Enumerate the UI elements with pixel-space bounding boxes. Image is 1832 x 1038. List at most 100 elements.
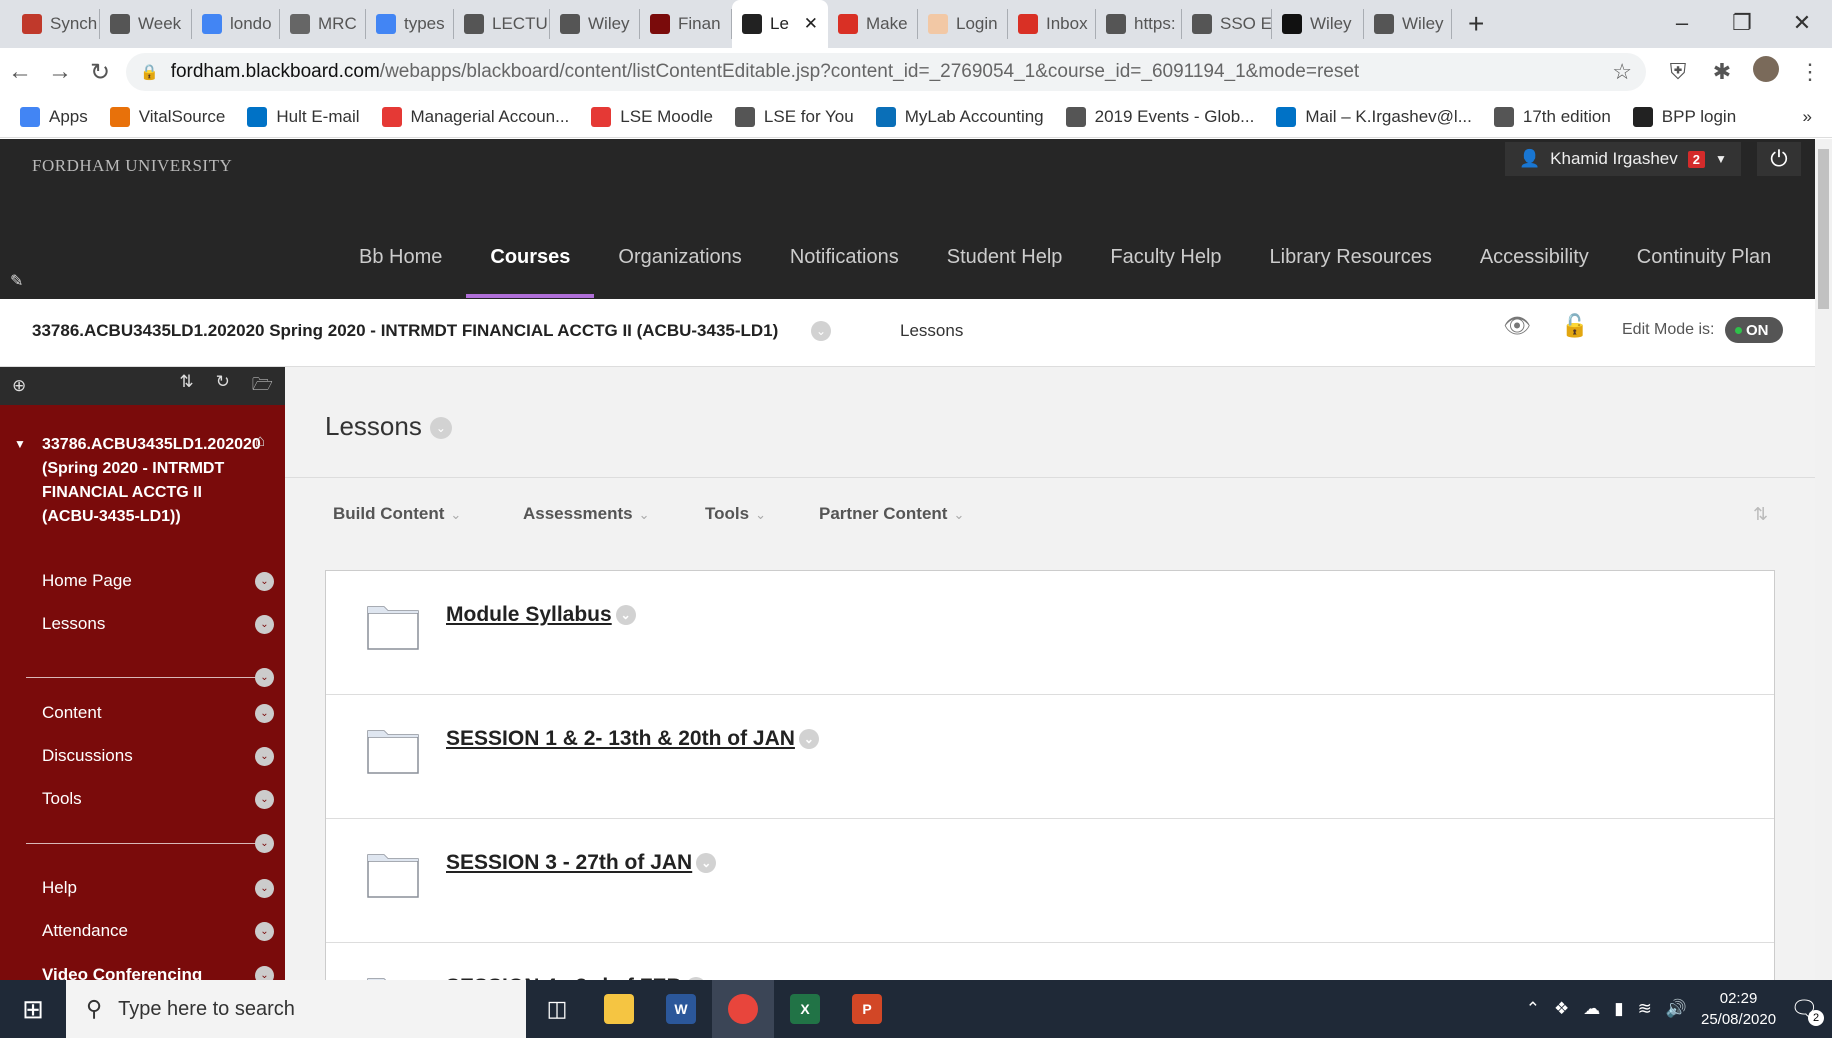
browser-tab[interactable]: Wiley [550,9,640,39]
course-menu-item[interactable]: Home Page [42,571,132,591]
add-menu-item-icon[interactable]: ⊕ [12,376,26,396]
browser-tab[interactable]: Inbox [1008,9,1096,39]
browser-tab[interactable]: Wiley [1364,9,1452,39]
file-explorer-icon[interactable] [588,980,650,1038]
bookmark-item[interactable]: Mail – K.Irgashev@l... [1276,106,1472,127]
clock[interactable]: 02:29 25/08/2020 [1701,988,1776,1030]
windows-start-icon[interactable]: ⊞ [0,994,66,1025]
new-tab-button[interactable]: + [1452,0,1500,48]
pencil-icon[interactable]: ✎ [10,271,23,291]
nav-tab[interactable]: Continuity Plan [1613,197,1796,297]
bookmark-item[interactable]: MyLab Accounting [875,106,1044,127]
bookmark-star-icon[interactable]: ☆ [1612,59,1632,85]
browser-tab[interactable]: londo [192,9,280,39]
excel-icon[interactable]: X [774,980,836,1038]
bookmark-item[interactable]: VitalSource [109,106,225,127]
reload-icon[interactable]: ↻ [80,58,120,87]
nav-tab[interactable]: Notifications [766,197,923,297]
word-icon[interactable]: W [650,980,712,1038]
dropbox-icon[interactable]: ❖ [1554,999,1569,1019]
logout-power-icon[interactable]: ⏻ [1757,142,1801,176]
nav-tab[interactable]: Courses [466,197,595,298]
home-icon[interactable]: ⌂ [255,431,265,451]
minimize-icon[interactable]: – [1652,0,1712,48]
reorder-arrows-icon[interactable]: ⇅ [179,372,193,401]
browser-tab[interactable]: SSO E [1182,9,1272,39]
onedrive-icon[interactable]: ☁ [1583,999,1600,1019]
collapse-caret-icon[interactable]: ▼ [14,437,26,451]
bookmark-item[interactable]: LSE for You [734,106,854,127]
nav-tab[interactable]: Faculty Help [1086,197,1245,297]
course-menu-item[interactable]: Attendance [42,921,128,941]
browser-tab[interactable]: Le ✕ [732,0,828,48]
chevron-down-icon[interactable]: ⌄ [255,790,274,809]
content-item-title[interactable]: SESSION 1 & 2- 13th & 20th of JAN ⌄ [446,727,819,751]
chevron-down-icon[interactable]: ⌄ [255,572,274,591]
chevron-down-icon[interactable]: ⌄ [429,417,452,440]
forward-arrow-icon[interactable]: → [40,58,80,86]
task-view-icon[interactable]: ◫ [526,980,588,1038]
taskbar-search[interactable]: ⚲ Type here to search [66,980,526,1038]
chevron-down-icon[interactable]: ⌄ [798,729,819,750]
profile-avatar-icon[interactable] [1744,56,1788,88]
bookmark-item[interactable]: Managerial Accoun... [381,106,569,127]
action-menu-button[interactable]: Tools ⌄ [705,504,766,524]
nav-tab[interactable]: Accessibility [1456,197,1613,297]
browser-tab[interactable]: LECTU [454,9,550,39]
unlock-icon[interactable]: 🔓 [1561,313,1588,339]
course-title[interactable]: 33786.ACBU3435LD1.202020 (Spring 2020 - … [42,433,261,529]
page-scrollbar[interactable] [1815,139,1832,980]
tab-close-icon[interactable]: ✕ [804,14,818,34]
bookmark-item[interactable]: 2019 Events - Glob... [1065,106,1254,127]
course-menu-item[interactable]: Help [42,878,77,898]
folder-view-icon[interactable]: 🗁 [252,372,273,401]
chevron-down-icon[interactable]: ⌄ [255,879,274,898]
browser-tab[interactable]: MRC [280,9,366,39]
content-item-title[interactable]: SESSION 3 - 27th of JAN ⌄ [446,851,717,875]
restore-icon[interactable]: ❐ [1712,0,1772,48]
wifi-icon[interactable]: ≋ [1638,999,1652,1019]
bookmark-item[interactable]: 17th edition [1493,106,1611,127]
bookmark-item[interactable]: Hult E-mail [247,106,360,127]
bookmarks-overflow-icon[interactable]: » [1803,107,1812,127]
chevron-down-icon[interactable]: ⌄ [696,853,717,874]
nav-tab[interactable]: Library Resources [1246,197,1456,297]
reorder-arrows-icon[interactable]: ⇅ [1753,504,1768,525]
menu-kebab-icon[interactable]: ⋮ [1788,59,1832,85]
browser-tab[interactable]: Login [918,9,1008,39]
content-item-title[interactable]: Module Syllabus ⌄ [446,603,636,627]
back-arrow-icon[interactable]: ← [0,58,40,86]
chevron-down-icon[interactable]: ⌄ [255,922,274,941]
edit-mode-toggle[interactable]: ON [1725,317,1783,343]
browser-tab[interactable]: types [366,9,454,39]
chevron-down-icon[interactable]: ⌄ [811,321,831,341]
chevron-up-icon[interactable]: ⌃ [1526,999,1540,1019]
close-window-icon[interactable]: ✕ [1772,0,1832,48]
bookmark-item[interactable]: Apps [20,106,88,127]
browser-tab[interactable]: Week [100,9,192,39]
nav-tab[interactable]: Bb Home [335,197,466,297]
university-logo[interactable]: FORDHAM UNIVERSITY [32,156,232,176]
chrome-icon[interactable] [712,980,774,1038]
user-menu[interactable]: 👤 Khamid Irgashev 2 ▼ [1505,142,1741,176]
shield-extension-icon[interactable]: ⛨ [1656,59,1700,85]
scrollbar-thumb[interactable] [1818,149,1829,309]
course-menu-item[interactable]: Tools [42,789,82,809]
chevron-down-icon[interactable]: ⌄ [255,615,274,634]
browser-tab[interactable]: Synch [12,9,100,39]
action-center-icon[interactable]: 🗨 2 [1790,996,1824,1026]
browser-tab[interactable]: Finan [640,9,732,39]
action-menu-button[interactable]: Partner Content ⌄ [819,504,964,524]
action-menu-button[interactable]: Assessments ⌄ [523,504,650,524]
browser-tab[interactable]: https: [1096,9,1182,39]
volume-icon[interactable]: 🔊 [1666,999,1687,1019]
refresh-icon[interactable]: ↻ [216,372,230,401]
chevron-down-icon[interactable]: ⌄ [255,747,274,766]
course-menu-item[interactable]: Content [42,703,102,723]
breadcrumb-course[interactable]: 33786.ACBU3435LD1.202020 Spring 2020 - I… [32,321,778,341]
nav-tab[interactable]: Student Help [923,197,1087,297]
chevron-down-icon[interactable]: ⌄ [255,834,274,853]
browser-tab[interactable]: Wiley [1272,9,1364,39]
bookmark-item[interactable]: BPP login [1632,106,1736,127]
action-menu-button[interactable]: Build Content ⌄ [333,504,461,524]
